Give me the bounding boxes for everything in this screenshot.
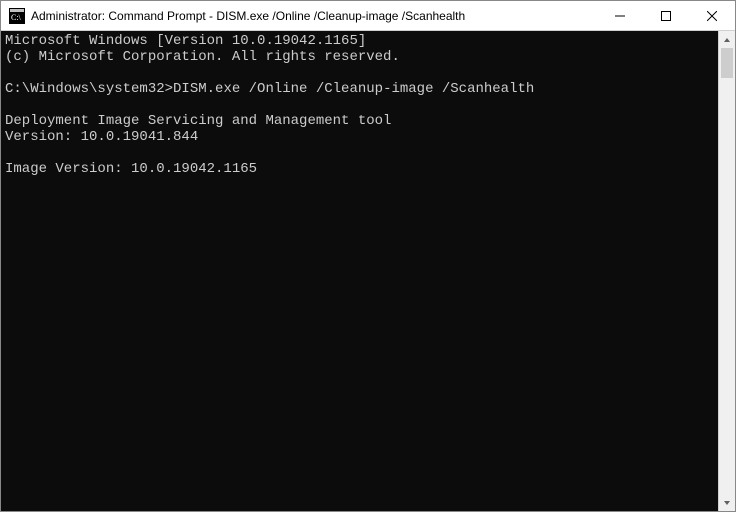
copyright-line: (c) Microsoft Corporation. All rights re… <box>5 49 400 65</box>
os-version-line: Microsoft Windows [Version 10.0.19042.11… <box>5 33 366 49</box>
entered-command: DISM.exe /Online /Cleanup-image /Scanhea… <box>173 81 534 97</box>
dism-version-line: Version: 10.0.19041.844 <box>5 129 198 145</box>
prompt: C:\Windows\system32> <box>5 81 173 97</box>
vertical-scrollbar[interactable] <box>718 31 735 511</box>
scroll-up-arrow-icon[interactable] <box>719 31 735 48</box>
window-title: Administrator: Command Prompt - DISM.exe… <box>31 9 597 23</box>
image-version-line: Image Version: 10.0.19042.1165 <box>5 161 257 177</box>
minimize-button[interactable] <box>597 1 643 31</box>
dism-tool-line: Deployment Image Servicing and Managemen… <box>5 113 391 129</box>
console-output[interactable]: Microsoft Windows [Version 10.0.19042.11… <box>1 31 718 511</box>
cmd-icon: C:\ <box>9 8 25 24</box>
scroll-down-arrow-icon[interactable] <box>719 494 735 511</box>
maximize-button[interactable] <box>643 1 689 31</box>
close-button[interactable] <box>689 1 735 31</box>
svg-text:C:\: C:\ <box>11 13 22 22</box>
console-area: Microsoft Windows [Version 10.0.19042.11… <box>1 31 735 511</box>
scroll-thumb[interactable] <box>721 48 733 78</box>
titlebar: C:\ Administrator: Command Prompt - DISM… <box>1 1 735 31</box>
